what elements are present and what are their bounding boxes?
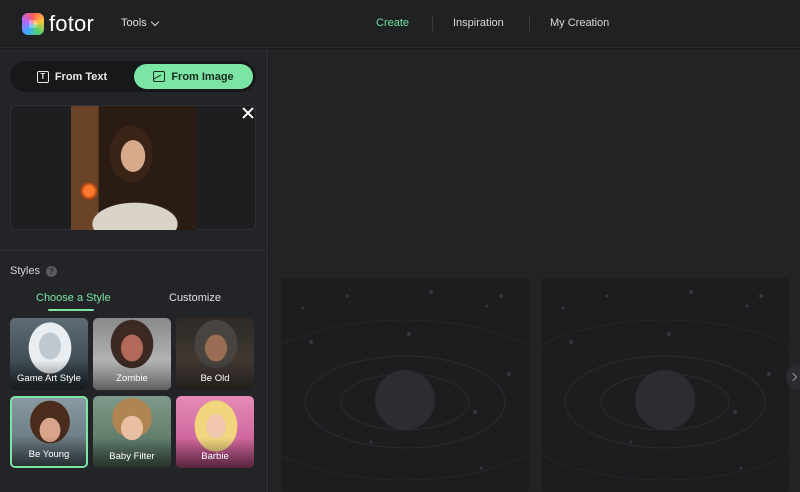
from-image-button[interactable]: From Image bbox=[134, 64, 253, 89]
style-card-label: Be Old bbox=[200, 373, 230, 384]
planet-illustration-icon bbox=[281, 290, 529, 481]
tools-menu[interactable]: Tools bbox=[121, 17, 159, 29]
image-icon bbox=[153, 71, 166, 82]
style-card-label: Be Young bbox=[28, 449, 70, 460]
fotor-logo[interactable]: fotor bbox=[22, 13, 94, 35]
style-card-be-old[interactable]: Be Old bbox=[176, 318, 254, 390]
style-card-zombie[interactable]: Zombie bbox=[93, 318, 171, 390]
planet-illustration-icon bbox=[541, 290, 789, 481]
active-tab-indicator bbox=[48, 309, 94, 311]
tab-customize[interactable]: Customize bbox=[169, 292, 221, 304]
nav-separator bbox=[432, 16, 433, 31]
style-card-barbie[interactable]: Barbie bbox=[176, 396, 254, 468]
style-card-label: Game Art Style bbox=[17, 373, 81, 384]
help-icon[interactable]: ? bbox=[45, 265, 57, 277]
nav-create[interactable]: Create bbox=[376, 17, 409, 29]
top-bar: fotor Tools Create Inspiration My Creati… bbox=[0, 0, 800, 48]
style-card-label: Baby Filter bbox=[109, 451, 155, 462]
from-image-label: From Image bbox=[171, 70, 234, 83]
tab-choose-a-style[interactable]: Choose a Style bbox=[36, 292, 111, 304]
text-icon: T bbox=[36, 70, 49, 83]
uploaded-image-box[interactable] bbox=[10, 105, 256, 230]
brand-name: fotor bbox=[49, 11, 95, 36]
from-text-button[interactable]: T From Text bbox=[14, 64, 130, 89]
result-placeholder-1 bbox=[281, 278, 529, 492]
uploaded-photo bbox=[71, 106, 197, 230]
fotor-logo-icon bbox=[22, 13, 44, 35]
close-icon[interactable] bbox=[242, 107, 254, 119]
style-card-game-art[interactable]: Game Art Style bbox=[10, 318, 88, 390]
nav-my-creation[interactable]: My Creation bbox=[550, 17, 609, 29]
tools-label: Tools bbox=[121, 17, 147, 29]
style-card-baby-filter[interactable]: Baby Filter bbox=[93, 396, 171, 468]
result-placeholder-2 bbox=[541, 278, 789, 492]
style-card-label: Zombie bbox=[116, 373, 148, 384]
styles-label: Styles bbox=[10, 265, 40, 277]
nav-inspiration[interactable]: Inspiration bbox=[453, 17, 504, 29]
styles-heading: Styles ? bbox=[10, 265, 57, 277]
mode-switch: T From Text From Image bbox=[10, 61, 256, 92]
style-card-label: Barbie bbox=[201, 451, 229, 462]
nav-separator bbox=[529, 16, 530, 31]
chevron-down-icon bbox=[150, 17, 159, 26]
from-text-label: From Text bbox=[54, 70, 108, 83]
divider bbox=[0, 250, 268, 251]
style-card-be-young[interactable]: Be Young bbox=[10, 396, 88, 468]
